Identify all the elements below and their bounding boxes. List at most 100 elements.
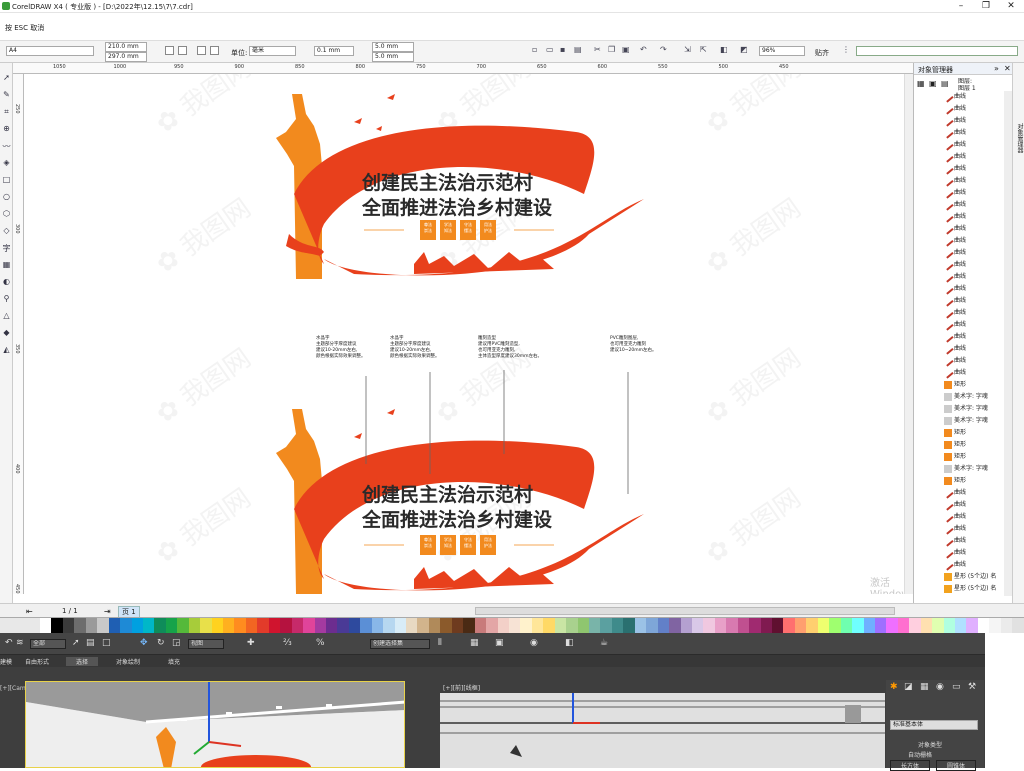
camera-viewport[interactable] bbox=[25, 681, 405, 768]
palette-swatch[interactable] bbox=[897, 618, 910, 633]
palette-swatch[interactable] bbox=[371, 618, 384, 633]
object-list-item[interactable]: 曲线 bbox=[942, 366, 966, 379]
object-list-item[interactable]: 曲线 bbox=[942, 498, 966, 511]
palette-swatch[interactable] bbox=[920, 618, 933, 633]
named-selection-select[interactable]: 创建选择集 bbox=[370, 639, 430, 649]
select-object-icon[interactable]: ➚ bbox=[72, 638, 80, 648]
palette-swatch[interactable] bbox=[749, 618, 761, 633]
export-icon[interactable]: ⇱ bbox=[700, 45, 707, 54]
object-list-item[interactable]: 曲线 bbox=[942, 222, 966, 235]
object-list-item[interactable]: 曲线 bbox=[942, 174, 966, 187]
palette-swatch[interactable] bbox=[886, 618, 898, 633]
object-list-item[interactable]: 矩形 bbox=[944, 439, 966, 451]
drawing-canvas[interactable]: ✿ 我图网 创建民主法治示范村 全面推进法治乡村建设 bbox=[24, 74, 904, 594]
object-list-item[interactable]: 曲线 bbox=[942, 270, 966, 283]
palette-swatch[interactable] bbox=[223, 618, 235, 633]
basic-shapes-tool-icon[interactable]: ◇ bbox=[2, 226, 11, 235]
reference-coordinate-select[interactable]: 视图 bbox=[188, 639, 224, 649]
outline-tool-icon[interactable]: △ bbox=[2, 311, 11, 320]
first-page-icon[interactable]: ⇤ bbox=[26, 607, 33, 616]
palette-swatch[interactable] bbox=[669, 618, 681, 633]
object-list-item[interactable]: 曲线 bbox=[942, 558, 966, 571]
palette-swatch[interactable] bbox=[726, 618, 738, 633]
utilities-tab-icon[interactable]: ⚒ bbox=[968, 682, 976, 692]
object-list-item[interactable]: 曲线 bbox=[942, 282, 966, 295]
selection-filter-select[interactable]: 全部 bbox=[30, 639, 66, 649]
new-icon[interactable]: ▫ bbox=[532, 45, 537, 54]
palette-swatch[interactable] bbox=[863, 618, 875, 633]
object-list-item[interactable]: 曲线 bbox=[942, 91, 966, 103]
palette-swatch[interactable] bbox=[589, 618, 601, 633]
palette-swatch[interactable] bbox=[417, 618, 429, 633]
object-list-item[interactable]: 美术字: 字魂 bbox=[944, 391, 988, 403]
current-page-button[interactable] bbox=[210, 46, 219, 55]
layer-manager-icon[interactable]: ▦ bbox=[470, 638, 479, 648]
units-select[interactable]: 毫米 bbox=[249, 46, 296, 56]
mirror-icon[interactable]: ⫴ bbox=[438, 638, 442, 648]
palette-swatch[interactable] bbox=[440, 618, 452, 633]
paper-size-select[interactable]: A4 bbox=[6, 46, 94, 56]
palette-swatch[interactable] bbox=[657, 618, 670, 633]
object-list-item[interactable]: 曲线 bbox=[942, 150, 966, 163]
rotate-icon[interactable]: ↻ bbox=[157, 638, 165, 648]
docker-scrollbar[interactable] bbox=[1004, 91, 1012, 596]
ribbon-tab-selection[interactable]: 选择 bbox=[66, 657, 99, 666]
scale-icon[interactable]: ◲ bbox=[172, 638, 181, 648]
object-list-item[interactable]: 曲线 bbox=[942, 258, 966, 271]
docker-view-icon[interactable]: ▤ bbox=[941, 79, 949, 88]
pivot-icon[interactable]: ✚ bbox=[247, 638, 255, 648]
docker-close-icon[interactable]: ✕ bbox=[1004, 64, 1011, 73]
object-list-item[interactable]: 美术字: 字魂 bbox=[944, 463, 988, 475]
palette-swatch[interactable] bbox=[154, 618, 166, 633]
palette-swatch[interactable] bbox=[291, 618, 304, 633]
cut-icon[interactable]: ✂ bbox=[594, 45, 601, 54]
object-list-item[interactable]: 曲线 bbox=[942, 486, 966, 499]
object-list-item[interactable]: 美术字: 字魂 bbox=[944, 403, 988, 415]
palette-swatch[interactable] bbox=[337, 618, 349, 633]
palette-swatch[interactable] bbox=[691, 618, 704, 633]
ribbon-tab-modeling[interactable]: 建模 bbox=[0, 657, 12, 666]
snap-icon[interactable]: ⅔ bbox=[283, 638, 292, 648]
autogrid-checkbox[interactable]: 自动栅格 bbox=[908, 750, 932, 759]
palette-swatch[interactable] bbox=[486, 618, 498, 633]
palette-swatch[interactable] bbox=[234, 618, 246, 633]
object-list-item[interactable]: 矩形 bbox=[944, 451, 966, 463]
landscape-button[interactable] bbox=[178, 46, 187, 55]
undo-icon[interactable]: ↶ bbox=[640, 45, 647, 54]
object-list-item[interactable]: 星形 (5个边) 名 bbox=[944, 583, 996, 595]
render-icon[interactable]: ☕ bbox=[600, 638, 608, 648]
palette-swatch[interactable] bbox=[703, 618, 715, 633]
box-button[interactable]: 长方体 bbox=[890, 760, 930, 771]
curve-editor-icon[interactable]: ▣ bbox=[495, 638, 504, 648]
palette-swatch[interactable] bbox=[1000, 618, 1013, 633]
palette-swatch[interactable] bbox=[611, 618, 624, 633]
horizontal-scrollbar[interactable] bbox=[475, 607, 895, 615]
move-icon[interactable]: ✥ bbox=[140, 638, 148, 648]
object-list-item[interactable]: 曲线 bbox=[942, 138, 966, 151]
table-tool-icon[interactable]: ▦ bbox=[2, 260, 11, 269]
palette-swatch[interactable] bbox=[508, 618, 521, 633]
palette-swatch[interactable] bbox=[554, 618, 567, 633]
close-button[interactable]: ✕ bbox=[1000, 1, 1022, 12]
object-list-item[interactable]: 曲线 bbox=[942, 162, 966, 175]
select-by-name-icon[interactable]: ▤ bbox=[86, 638, 95, 648]
ellipse-tool-icon[interactable]: ○ bbox=[2, 192, 11, 201]
application-launcher-icon[interactable]: ◧ bbox=[720, 45, 728, 54]
print-icon[interactable]: ▤ bbox=[574, 45, 582, 54]
ribbon-tab-freeform[interactable]: 自由形式 bbox=[25, 657, 49, 666]
palette-swatch[interactable] bbox=[520, 618, 532, 633]
palette-swatch[interactable] bbox=[772, 618, 784, 633]
palette-swatch[interactable] bbox=[131, 618, 143, 633]
paste-icon[interactable]: ▣ bbox=[622, 45, 630, 54]
rect-select-icon[interactable]: □ bbox=[102, 638, 111, 648]
palette-swatch[interactable] bbox=[531, 618, 544, 633]
palette-swatch[interactable] bbox=[840, 618, 853, 633]
rectangle-tool-icon[interactable]: □ bbox=[2, 175, 11, 184]
palette-swatch[interactable] bbox=[955, 618, 967, 633]
object-list-item[interactable]: 曲线 bbox=[942, 234, 966, 247]
object-list-item[interactable]: 曲线 bbox=[942, 246, 966, 259]
docker-tab-object-manager[interactable]: 对象管理器 bbox=[1015, 123, 1024, 153]
palette-swatch[interactable] bbox=[943, 618, 955, 633]
object-list-item[interactable]: 曲线 bbox=[942, 342, 966, 355]
object-list-item[interactable]: 曲线 bbox=[942, 546, 966, 559]
